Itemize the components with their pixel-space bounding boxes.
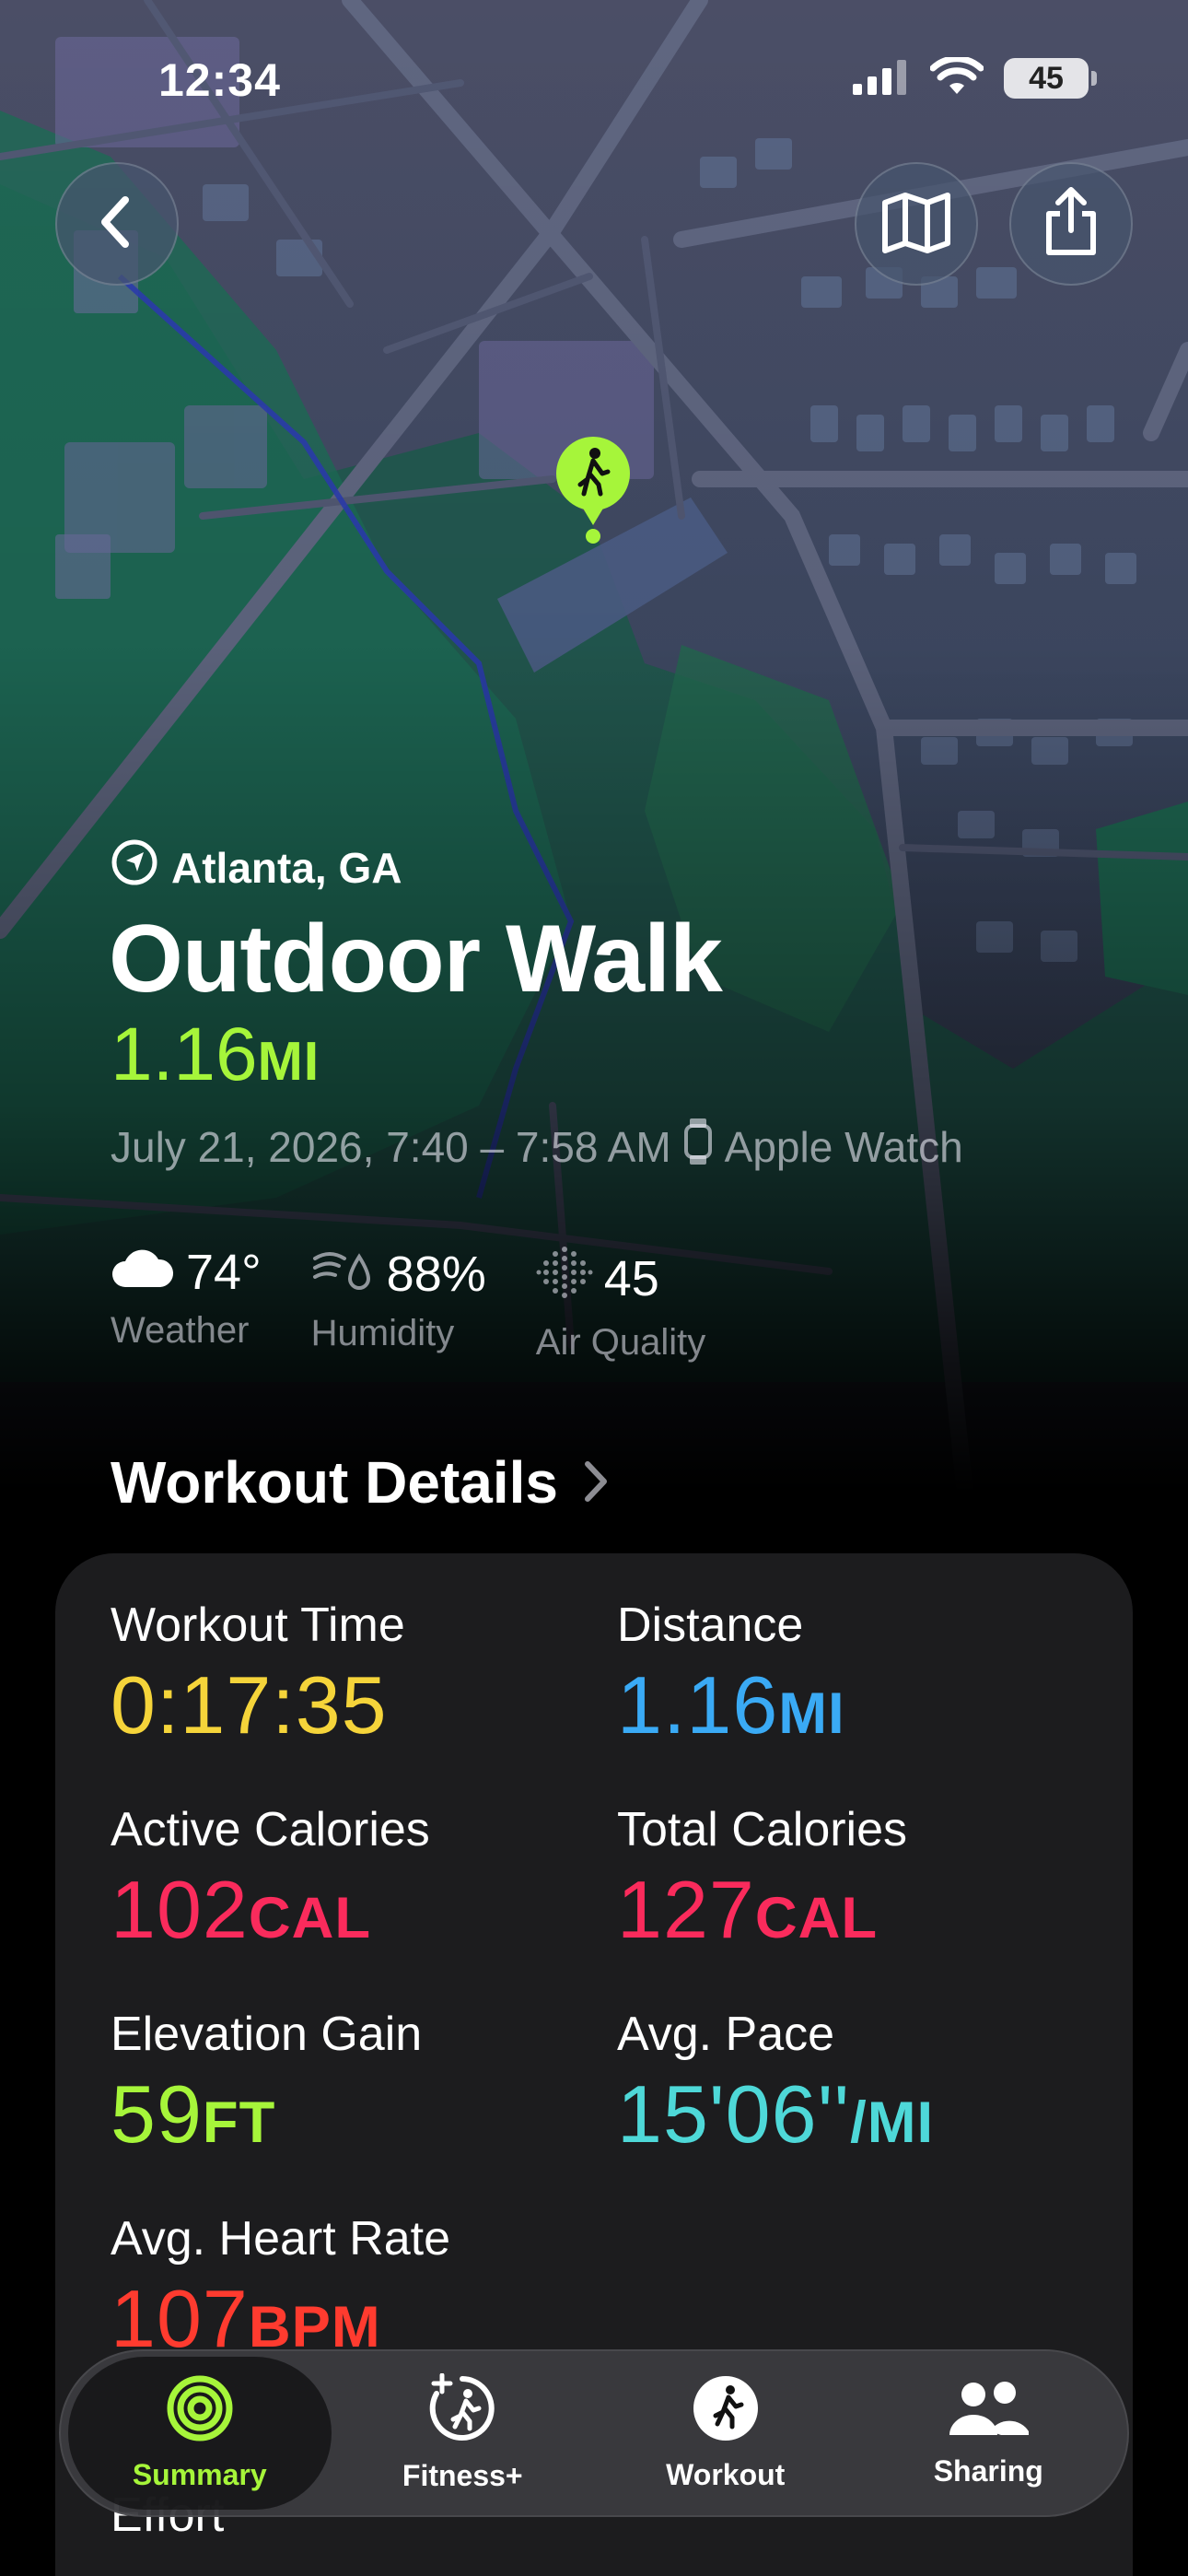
humidity-label: Humidity xyxy=(310,1313,455,1353)
battery-indicator: 45 xyxy=(1004,58,1097,99)
metric-number: 1.16 xyxy=(617,1659,779,1751)
headline-distance-value: 1.16 xyxy=(111,1013,258,1096)
metric-number: 102 xyxy=(111,1864,249,1955)
metric-total-calories: Total Calories 127CAL xyxy=(617,1802,907,1957)
status-time: 12:34 xyxy=(158,54,281,106)
metric-label: Active Calories xyxy=(111,1803,430,1856)
tab-sharing[interactable]: Sharing xyxy=(857,2357,1121,2510)
tab-label: Fitness+ xyxy=(402,2459,523,2492)
share-button[interactable] xyxy=(1009,162,1133,286)
workout-date-device: July 21, 2026, 7:40 – 7:58 AM Apple Watc… xyxy=(111,1117,963,1177)
metric-value: 102CAL xyxy=(111,1863,430,1957)
tab-workout[interactable]: Workout xyxy=(594,2357,857,2510)
workout-title: Outdoor Walk xyxy=(109,906,723,1013)
metric-label: Distance xyxy=(617,1598,804,1652)
chevron-right-icon xyxy=(582,1448,610,1516)
humidity-icon xyxy=(311,1244,376,1304)
status-icons: 45 xyxy=(853,54,1097,100)
workout-runner-icon xyxy=(692,2374,760,2447)
workout-details-header[interactable]: Workout Details xyxy=(111,1448,610,1516)
tab-fitness-plus[interactable]: Fitness+ xyxy=(332,2357,595,2510)
back-button[interactable] xyxy=(55,162,179,286)
cellular-signal-icon xyxy=(853,58,910,100)
cloud-icon xyxy=(111,1244,175,1301)
location-name: Atlanta, GA xyxy=(171,843,402,892)
battery-level: 45 xyxy=(1029,60,1064,96)
humidity-condition: 88% Humidity xyxy=(311,1244,486,1364)
metric-label: Total Calories xyxy=(617,1803,908,1856)
metric-unit: MI xyxy=(778,1681,845,1746)
share-icon xyxy=(1042,186,1101,263)
metric-value: 0:17:35 xyxy=(111,1658,405,1752)
metric-label: Elevation Gain xyxy=(111,2008,423,2061)
metric-label: Workout Time xyxy=(111,1598,405,1652)
metric-avg-heart-rate: Avg. Heart Rate 107BPM xyxy=(111,2211,450,2366)
humidity-value: 88% xyxy=(386,1246,486,1302)
air-quality-value: 45 xyxy=(603,1250,659,1306)
headline-distance-unit: MI xyxy=(257,1031,320,1092)
workout-device: Apple Watch xyxy=(724,1122,963,1171)
air-quality-condition: 45 Air Quality xyxy=(535,1244,706,1364)
workout-location: Atlanta, GA xyxy=(111,838,402,896)
chevron-left-icon xyxy=(94,194,140,254)
metric-unit: CAL xyxy=(248,1886,372,1950)
location-arrow-icon xyxy=(111,838,158,896)
metric-number: 127 xyxy=(617,1864,755,1955)
metric-value: 15'06''/MI xyxy=(617,2067,934,2161)
air-quality-icon xyxy=(536,1244,593,1313)
apple-watch-icon xyxy=(682,1117,714,1177)
metric-number: 59 xyxy=(111,2068,203,2160)
metric-unit: FT xyxy=(202,2090,276,2155)
metric-value: 59FT xyxy=(111,2067,422,2161)
air-quality-label: Air Quality xyxy=(535,1322,706,1363)
metric-label: Avg. Pace xyxy=(617,2008,835,2061)
fitness-plus-icon xyxy=(427,2372,497,2448)
weather-condition: 74° Weather xyxy=(111,1244,262,1364)
metric-workout-time: Workout Time 0:17:35 xyxy=(111,1598,405,1752)
metric-avg-pace: Avg. Pace 15'06''/MI xyxy=(617,2007,934,2161)
tab-label: Sharing xyxy=(933,2454,1043,2488)
metric-value: 127CAL xyxy=(617,1863,907,1957)
map-icon xyxy=(881,190,951,259)
workout-location-pin[interactable] xyxy=(553,433,634,544)
metric-value: 1.16MI xyxy=(617,1658,845,1752)
tab-summary[interactable]: Summary xyxy=(68,2357,332,2510)
metric-active-calories: Active Calories 102CAL xyxy=(111,1802,430,1957)
weather-value: 74° xyxy=(186,1245,262,1300)
workout-date-time: July 21, 2026, 7:40 – 7:58 AM xyxy=(111,1122,671,1171)
weather-label: Weather xyxy=(111,1310,250,1351)
headline-distance: 1.16MI xyxy=(111,1012,320,1098)
map-view-button[interactable] xyxy=(855,162,978,286)
metric-label: Avg. Heart Rate xyxy=(111,2212,451,2266)
activity-rings-icon xyxy=(166,2374,234,2447)
tab-bar: Summary Fitness+ Workout Sharing xyxy=(59,2349,1129,2517)
workout-details-title: Workout Details xyxy=(111,1449,558,1516)
conditions-row: 74° Weather 88% Humidity 45 Air Quality xyxy=(111,1244,705,1364)
wifi-icon xyxy=(929,54,984,100)
tab-label: Workout xyxy=(666,2458,786,2491)
metric-unit: CAL xyxy=(754,1886,879,1950)
metric-number: 0:17:35 xyxy=(111,1659,388,1751)
tab-label: Summary xyxy=(132,2458,267,2491)
metric-number: 15'06'' xyxy=(617,2068,851,2160)
metric-unit: /MI xyxy=(850,2090,935,2155)
sharing-people-icon xyxy=(944,2378,1032,2443)
metric-distance: Distance 1.16MI xyxy=(617,1598,845,1752)
metric-elevation-gain: Elevation Gain 59FT xyxy=(111,2007,422,2161)
